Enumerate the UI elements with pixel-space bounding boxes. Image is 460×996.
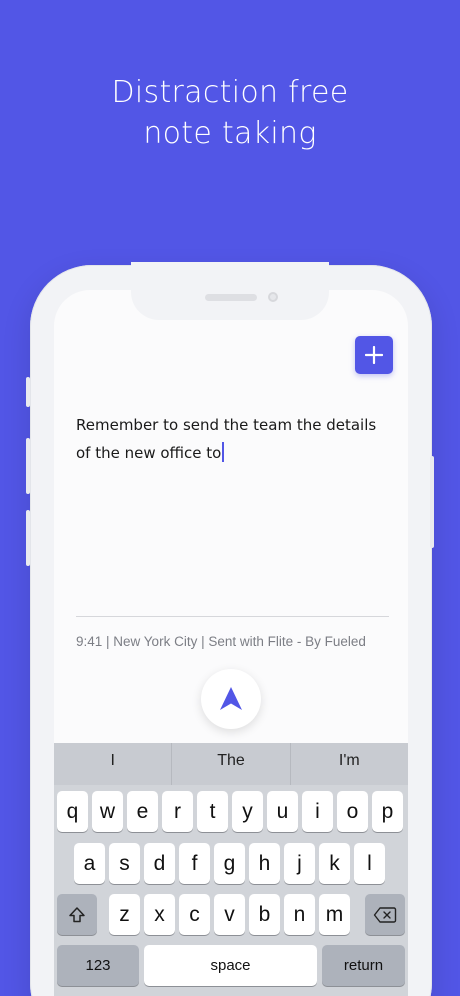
key-z[interactable]: z xyxy=(109,894,140,935)
suggestion-bar: I The I'm xyxy=(54,743,408,785)
text-cursor xyxy=(222,442,225,462)
key-y[interactable]: y xyxy=(232,791,263,832)
numbers-key[interactable]: 123 xyxy=(57,945,139,986)
key-s[interactable]: s xyxy=(109,843,140,884)
key-q[interactable]: q xyxy=(57,791,88,832)
suggestion-3[interactable]: I'm xyxy=(291,743,408,785)
key-t[interactable]: t xyxy=(197,791,228,832)
delete-key[interactable] xyxy=(365,894,405,935)
key-a[interactable]: a xyxy=(74,843,105,884)
key-v[interactable]: v xyxy=(214,894,245,935)
key-f[interactable]: f xyxy=(179,843,210,884)
notch xyxy=(131,262,329,320)
backspace-icon xyxy=(373,906,397,923)
space-key[interactable]: space xyxy=(144,945,317,986)
side-button-volume-up xyxy=(26,438,30,494)
key-h[interactable]: h xyxy=(249,843,280,884)
divider xyxy=(76,616,389,617)
keyboard: I The I'm q w e r t y u i o p a s d f g … xyxy=(54,743,408,996)
note-line-2-wrap: of the new office to xyxy=(76,439,396,467)
headline: Distraction free note taking xyxy=(0,72,460,154)
key-w[interactable]: w xyxy=(92,791,123,832)
key-o[interactable]: o xyxy=(337,791,368,832)
send-arrow-icon xyxy=(220,687,242,710)
plus-icon xyxy=(365,346,383,364)
key-n[interactable]: n xyxy=(284,894,315,935)
add-note-button[interactable] xyxy=(355,336,393,374)
key-l[interactable]: l xyxy=(354,843,385,884)
return-key[interactable]: return xyxy=(322,945,405,986)
note-editor[interactable]: Remember to send the team the details of… xyxy=(76,411,396,467)
key-c[interactable]: c xyxy=(179,894,210,935)
speaker xyxy=(205,294,257,301)
key-i[interactable]: i xyxy=(302,791,333,832)
key-u[interactable]: u xyxy=(267,791,298,832)
key-m[interactable]: m xyxy=(319,894,350,935)
suggestion-2[interactable]: The xyxy=(172,743,291,785)
note-line-2: of the new office to xyxy=(76,444,222,462)
key-g[interactable]: g xyxy=(214,843,245,884)
key-r[interactable]: r xyxy=(162,791,193,832)
key-x[interactable]: x xyxy=(144,894,175,935)
send-button[interactable] xyxy=(201,669,261,729)
side-button-volume-down xyxy=(26,510,30,566)
key-e[interactable]: e xyxy=(127,791,158,832)
headline-line-2: note taking xyxy=(143,116,317,151)
shift-icon xyxy=(69,906,85,922)
side-button-power xyxy=(430,456,434,548)
shift-key[interactable] xyxy=(57,894,97,935)
key-b[interactable]: b xyxy=(249,894,280,935)
key-d[interactable]: d xyxy=(144,843,175,884)
note-line-1: Remember to send the team the details xyxy=(76,416,377,434)
side-button-mute xyxy=(26,377,30,407)
suggestion-1[interactable]: I xyxy=(54,743,173,785)
front-camera xyxy=(268,292,278,302)
key-p[interactable]: p xyxy=(372,791,403,832)
key-k[interactable]: k xyxy=(319,843,350,884)
note-meta: 9:41 | New York City | Sent with Flite -… xyxy=(76,634,366,649)
key-j[interactable]: j xyxy=(284,843,315,884)
headline-line-1: Distraction free xyxy=(111,75,349,110)
